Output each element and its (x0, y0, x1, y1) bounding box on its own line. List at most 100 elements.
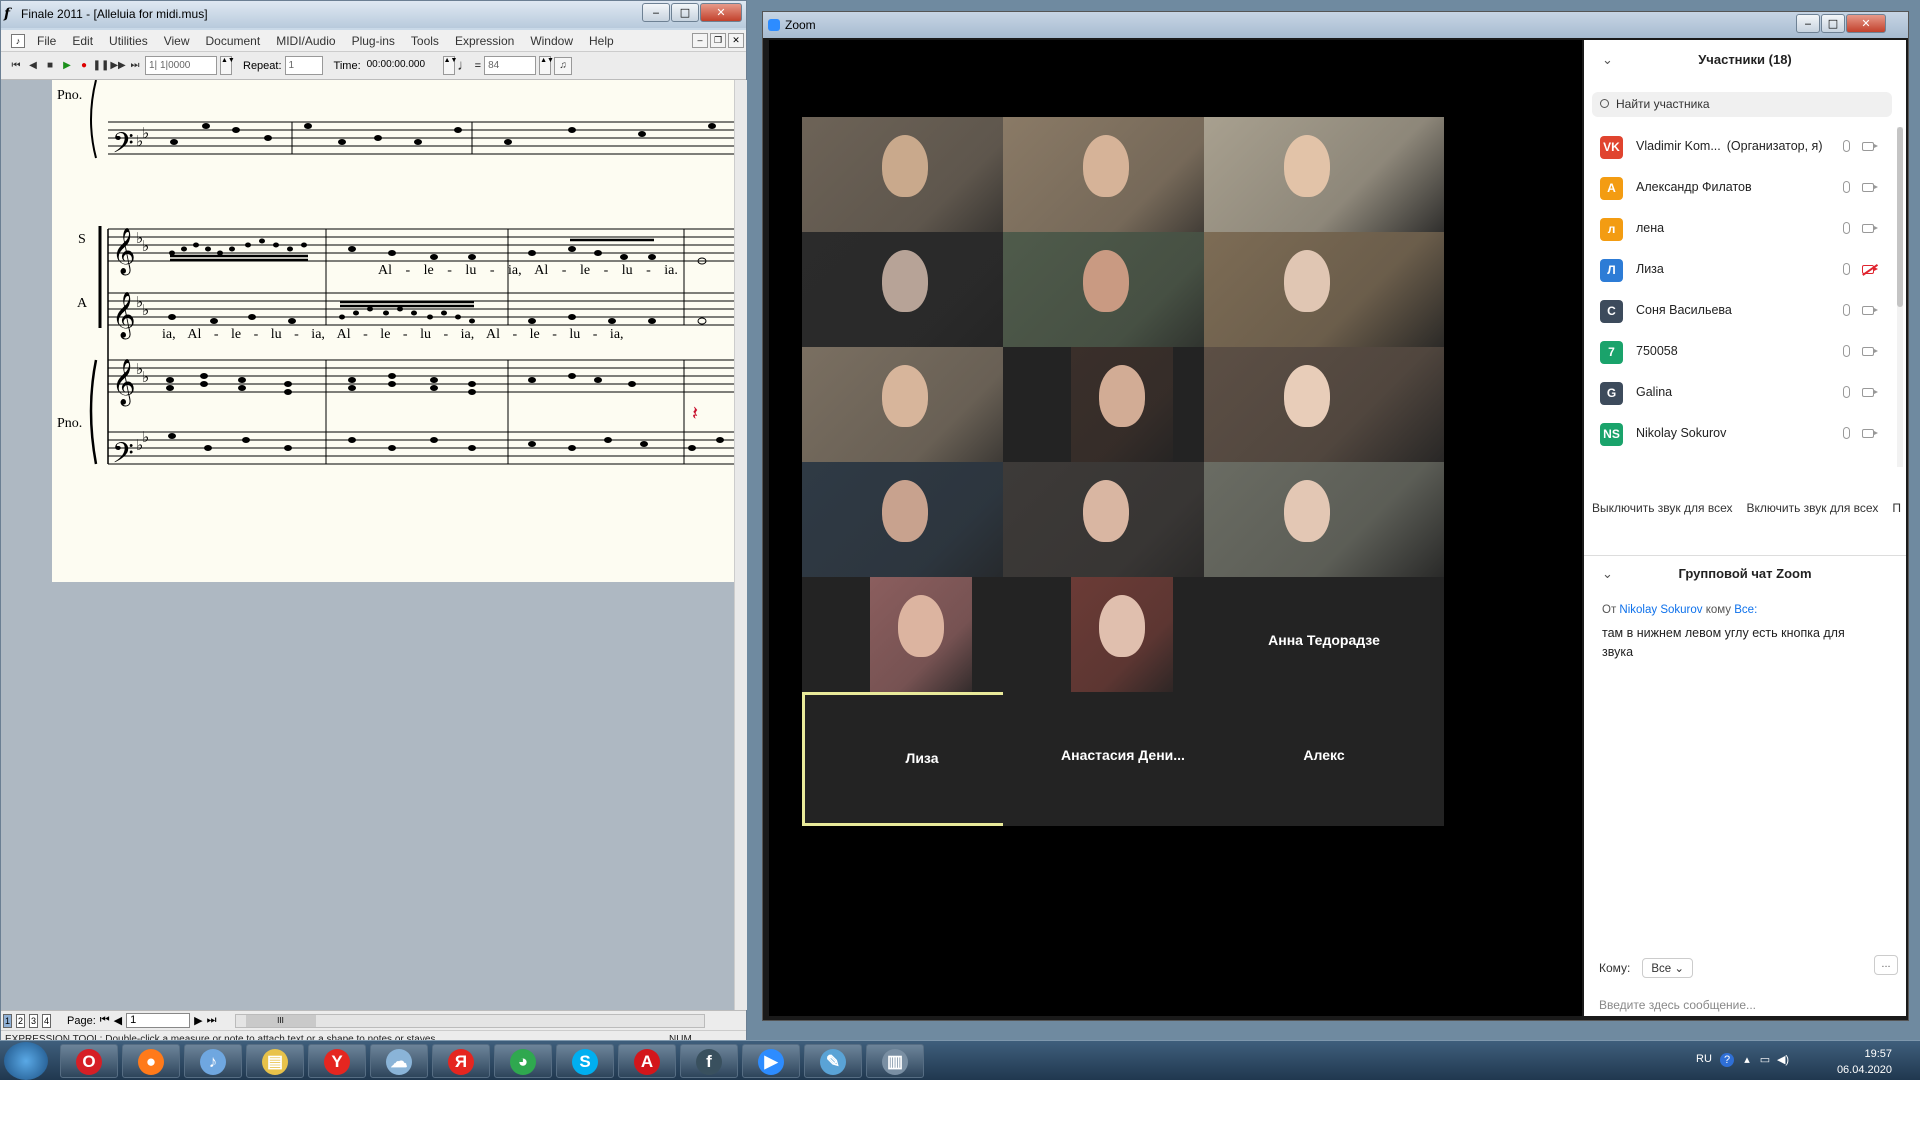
taskbar-button-opera[interactable]: O (60, 1044, 118, 1078)
last-page-icon[interactable]: ⏭ (207, 1014, 217, 1027)
vertical-scrollbar[interactable] (734, 80, 747, 1010)
record-icon[interactable]: ● (77, 57, 91, 75)
music-score[interactable]: 𝄢 𝄞 𝄞 𝄞 𝄢 ♭ ♭ ♭ ♭ ♭ ♭ ♭ ♭ ♭ ♭ 𝄽 Pno. S A… (52, 80, 734, 582)
unmute-all-button[interactable]: Включить звук для всех (1746, 501, 1878, 529)
video-camera-icon[interactable] (1862, 224, 1878, 233)
video-camera-icon[interactable] (1862, 142, 1878, 151)
horizontal-scrollbar[interactable]: III (234, 1013, 705, 1028)
page-tab-2[interactable]: 2 (16, 1013, 25, 1028)
video-tile[interactable]: Алекс (1204, 692, 1444, 826)
microphone-icon[interactable] (1843, 140, 1850, 152)
microphone-icon[interactable] (1843, 427, 1850, 439)
tempo-field[interactable]: 84 (484, 56, 537, 75)
menu-expression[interactable]: Expression (447, 34, 522, 48)
menu-document[interactable]: Document (198, 34, 269, 48)
menu-midi-audio[interactable]: MIDI/Audio (268, 34, 343, 48)
participant-search[interactable]: Найти участника (1592, 92, 1892, 117)
metronome-icon[interactable]: ♫ (554, 56, 573, 75)
clock[interactable]: 19:57 06.04.2020 (1837, 1046, 1892, 1078)
page-tab-4[interactable]: 4 (42, 1013, 51, 1028)
rewind-icon[interactable]: ◀ (26, 57, 40, 75)
zoom-minimize-button[interactable]: ‒ (1796, 14, 1820, 33)
taskbar-button-explorer[interactable]: ▤ (246, 1044, 304, 1078)
chat-collapse-chevron-icon[interactable]: ⌄ (1602, 566, 1613, 582)
menu-utilities[interactable]: Utilities (101, 34, 156, 48)
tempo-stepper[interactable]: ▲▼ (539, 56, 554, 75)
next-page-icon[interactable]: ▶ (194, 1014, 202, 1027)
prev-page-icon[interactable]: ◀ (114, 1014, 122, 1027)
taskbar-button-finale[interactable]: f (680, 1044, 738, 1078)
taskbar-button-cloud[interactable]: ☁ (370, 1044, 428, 1078)
document-icon[interactable]: ♪ (11, 33, 25, 48)
pause-icon[interactable]: ❚❚ (93, 57, 110, 75)
microphone-icon[interactable] (1843, 304, 1850, 316)
video-off-icon[interactable] (1862, 265, 1878, 274)
video-camera-icon[interactable] (1862, 347, 1878, 356)
participant-row[interactable]: С Соня Васильева (1584, 291, 1894, 332)
microphone-icon[interactable] (1843, 181, 1850, 193)
menu-help[interactable]: Help (581, 34, 622, 48)
video-tile[interactable]: Анна Тедорадзе (1204, 577, 1444, 711)
video-camera-icon[interactable] (1862, 183, 1878, 192)
taskbar-button-firefox[interactable]: ● (122, 1044, 180, 1078)
fast-forward-icon[interactable]: ▶▶ (110, 57, 125, 75)
scroll-thumb[interactable]: III (245, 1014, 316, 1027)
page-number-field[interactable]: 1 (126, 1013, 191, 1028)
participant-row[interactable]: 7 750058 (1584, 332, 1894, 373)
taskbar-button-skype[interactable]: S (556, 1044, 614, 1078)
participant-row[interactable]: А Александр Филатов (1584, 168, 1894, 209)
more-button[interactable]: П (1892, 501, 1901, 529)
menu-tools[interactable]: Tools (403, 34, 447, 48)
page-tab-1[interactable]: 1 (3, 1013, 12, 1028)
time-field[interactable]: 00:00:00.000 (364, 56, 440, 75)
tray-arrow-icon[interactable]: ▴ (1740, 1053, 1754, 1067)
microphone-icon[interactable] (1843, 222, 1850, 234)
video-camera-icon[interactable] (1862, 388, 1878, 397)
start-button[interactable] (4, 1042, 48, 1080)
measure-counter-field[interactable]: 1| 1|0000 (145, 56, 217, 75)
participant-row[interactable]: NS Nikolay Sokurov (1584, 414, 1894, 455)
taskbar-button-globe[interactable]: ◕ (494, 1044, 552, 1078)
menu-window[interactable]: Window (522, 34, 581, 48)
zoom-close-button[interactable]: ✕ (1846, 14, 1886, 33)
video-camera-icon[interactable] (1862, 429, 1878, 438)
participant-row[interactable]: G Galina (1584, 373, 1894, 414)
recipient-select[interactable]: Все ⌄ (1642, 958, 1694, 978)
menu-plug-ins[interactable]: Plug-ins (344, 34, 403, 48)
menu-file[interactable]: File (29, 34, 64, 48)
participant-scrollbar[interactable] (1897, 127, 1903, 467)
taskbar-button-acrobat[interactable]: A (618, 1044, 676, 1078)
counter-stepper[interactable]: ▲▼ (220, 56, 235, 75)
language-indicator[interactable]: RU (1696, 1053, 1712, 1065)
participant-row[interactable]: VK Vladimir Kom... (Организатор, я) (1584, 127, 1894, 168)
taskbar-button-zoom[interactable]: ▶ (742, 1044, 800, 1078)
repeat-select[interactable]: 1 (284, 56, 323, 75)
close-button[interactable]: ✕ (700, 3, 742, 22)
participant-row[interactable]: Л Лиза (1584, 250, 1894, 291)
help-icon[interactable]: ? (1720, 1053, 1734, 1067)
microphone-icon[interactable] (1843, 263, 1850, 275)
scroll-thumb[interactable] (1897, 127, 1903, 307)
video-tile[interactable]: Galina (1204, 462, 1444, 596)
page-tab-3[interactable]: 3 (29, 1013, 38, 1028)
menu-edit[interactable]: Edit (64, 34, 101, 48)
participant-row[interactable]: л лена (1584, 209, 1894, 250)
network-icon[interactable]: ▭ (1758, 1053, 1772, 1067)
microphone-icon[interactable] (1843, 386, 1850, 398)
play-icon[interactable]: ▶ (60, 57, 74, 75)
video-tile[interactable]: Nikolay Sokurov (1204, 232, 1444, 366)
video-tile[interactable]: Полина (1204, 347, 1444, 481)
taskbar-button-yandex[interactable]: Я (432, 1044, 490, 1078)
stop-icon[interactable]: ■ (43, 57, 57, 75)
doc-close-button[interactable]: ✕ (728, 33, 744, 48)
minimize-button[interactable]: ‒ (642, 3, 670, 22)
zoom-maximize-button[interactable]: □ (1821, 14, 1845, 33)
taskbar-button-paint[interactable]: ✎ (804, 1044, 862, 1078)
menu-view[interactable]: View (156, 34, 198, 48)
collapse-chevron-icon[interactable]: ⌄ (1602, 52, 1613, 68)
taskbar-button-notepad[interactable]: ▥ (866, 1044, 924, 1078)
doc-minimize-button[interactable]: – (692, 33, 708, 48)
forward-end-icon[interactable]: ⏭ (128, 57, 142, 75)
rewind-start-icon[interactable]: ⏮ (9, 57, 23, 75)
taskbar-button-media[interactable]: ♪ (184, 1044, 242, 1078)
